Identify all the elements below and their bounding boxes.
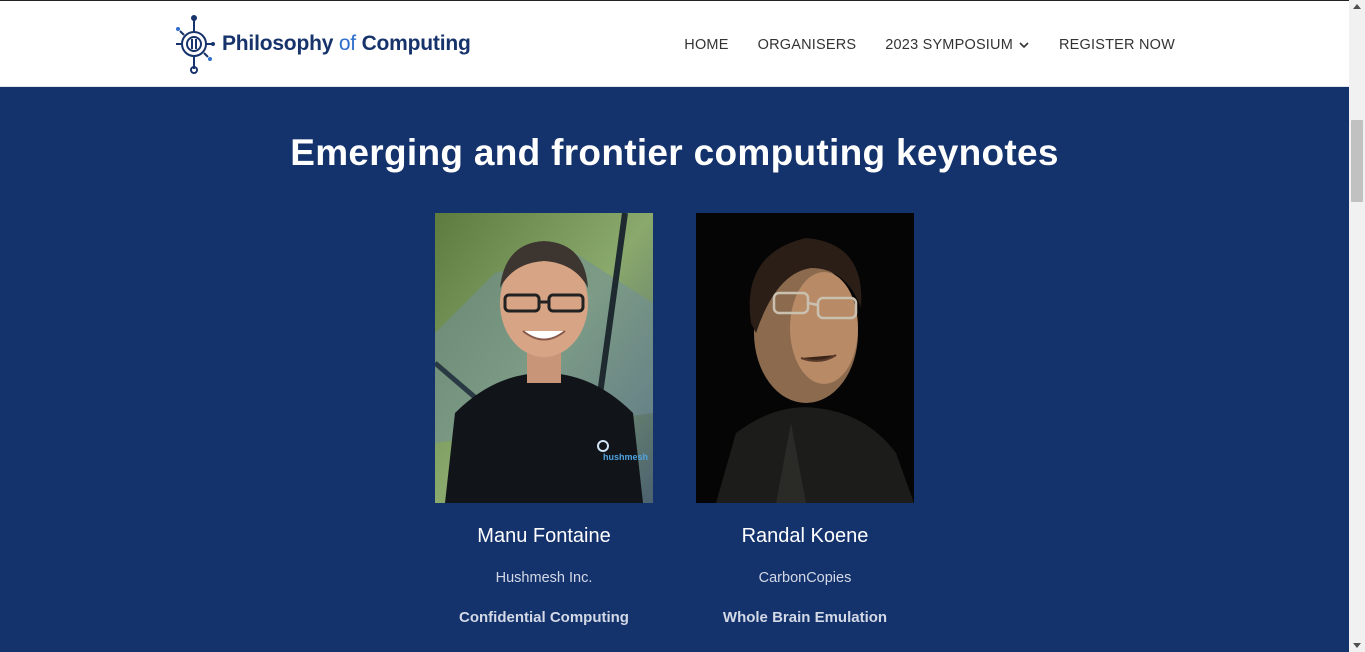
site-header: Philosophy of Computing HOME ORGANISERS … — [0, 1, 1349, 87]
speaker-org: CarbonCopies — [758, 570, 852, 586]
speaker-photo — [696, 213, 914, 503]
section-title: Emerging and frontier computing keynotes — [290, 132, 1059, 173]
nav-organisers[interactable]: ORGANISERS — [758, 37, 857, 53]
speaker-name: Manu Fontaine — [477, 525, 611, 547]
speaker-topic: Confidential Computing — [459, 609, 629, 626]
speaker-portrait-image: hushmesh — [435, 213, 653, 503]
logo-text-tail: Computing — [361, 32, 471, 55]
chevron-down-icon — [1019, 42, 1029, 49]
logo-wordmark: Philosophy of Computing — [222, 32, 471, 56]
nav-2023-symposium[interactable]: 2023 SYMPOSIUM — [885, 37, 1030, 53]
speaker-topic: Whole Brain Emulation — [722, 609, 888, 626]
keynotes-section: Emerging and frontier computing keynotes — [0, 88, 1349, 652]
nav-2023-symposium-label: 2023 SYMPOSIUM — [885, 37, 1013, 53]
hushmesh-badge: hushmesh — [603, 452, 648, 462]
site-logo[interactable]: Philosophy of Computing — [172, 13, 471, 75]
logo-text-of: of — [338, 32, 356, 55]
speaker-photo: hushmesh — [435, 213, 653, 503]
scroll-up-arrow-icon[interactable] — [1353, 4, 1361, 9]
speaker-name: Randal Koene — [741, 525, 869, 547]
main-nav: HOME ORGANISERS 2023 SYMPOSIUM REGISTER … — [684, 37, 1175, 53]
scroll-down-arrow-icon[interactable] — [1353, 643, 1361, 648]
nav-register-now[interactable]: REGISTER NOW — [1059, 37, 1175, 53]
speaker-portrait-image — [696, 213, 914, 503]
speaker-card: Randal Koene CarbonCopies Whole Brain Em… — [696, 213, 914, 626]
scrollbar-thumb[interactable] — [1351, 120, 1363, 202]
page-scrollbar[interactable] — [1349, 0, 1365, 652]
speaker-card: hushmesh Manu Fontaine Hushmesh Inc. Con… — [435, 213, 653, 626]
speaker-org: Hushmesh Inc. — [495, 570, 593, 586]
circuit-brain-icon — [176, 15, 215, 74]
nav-home[interactable]: HOME — [684, 37, 728, 53]
logo-text-main: Philosophy — [222, 32, 334, 55]
